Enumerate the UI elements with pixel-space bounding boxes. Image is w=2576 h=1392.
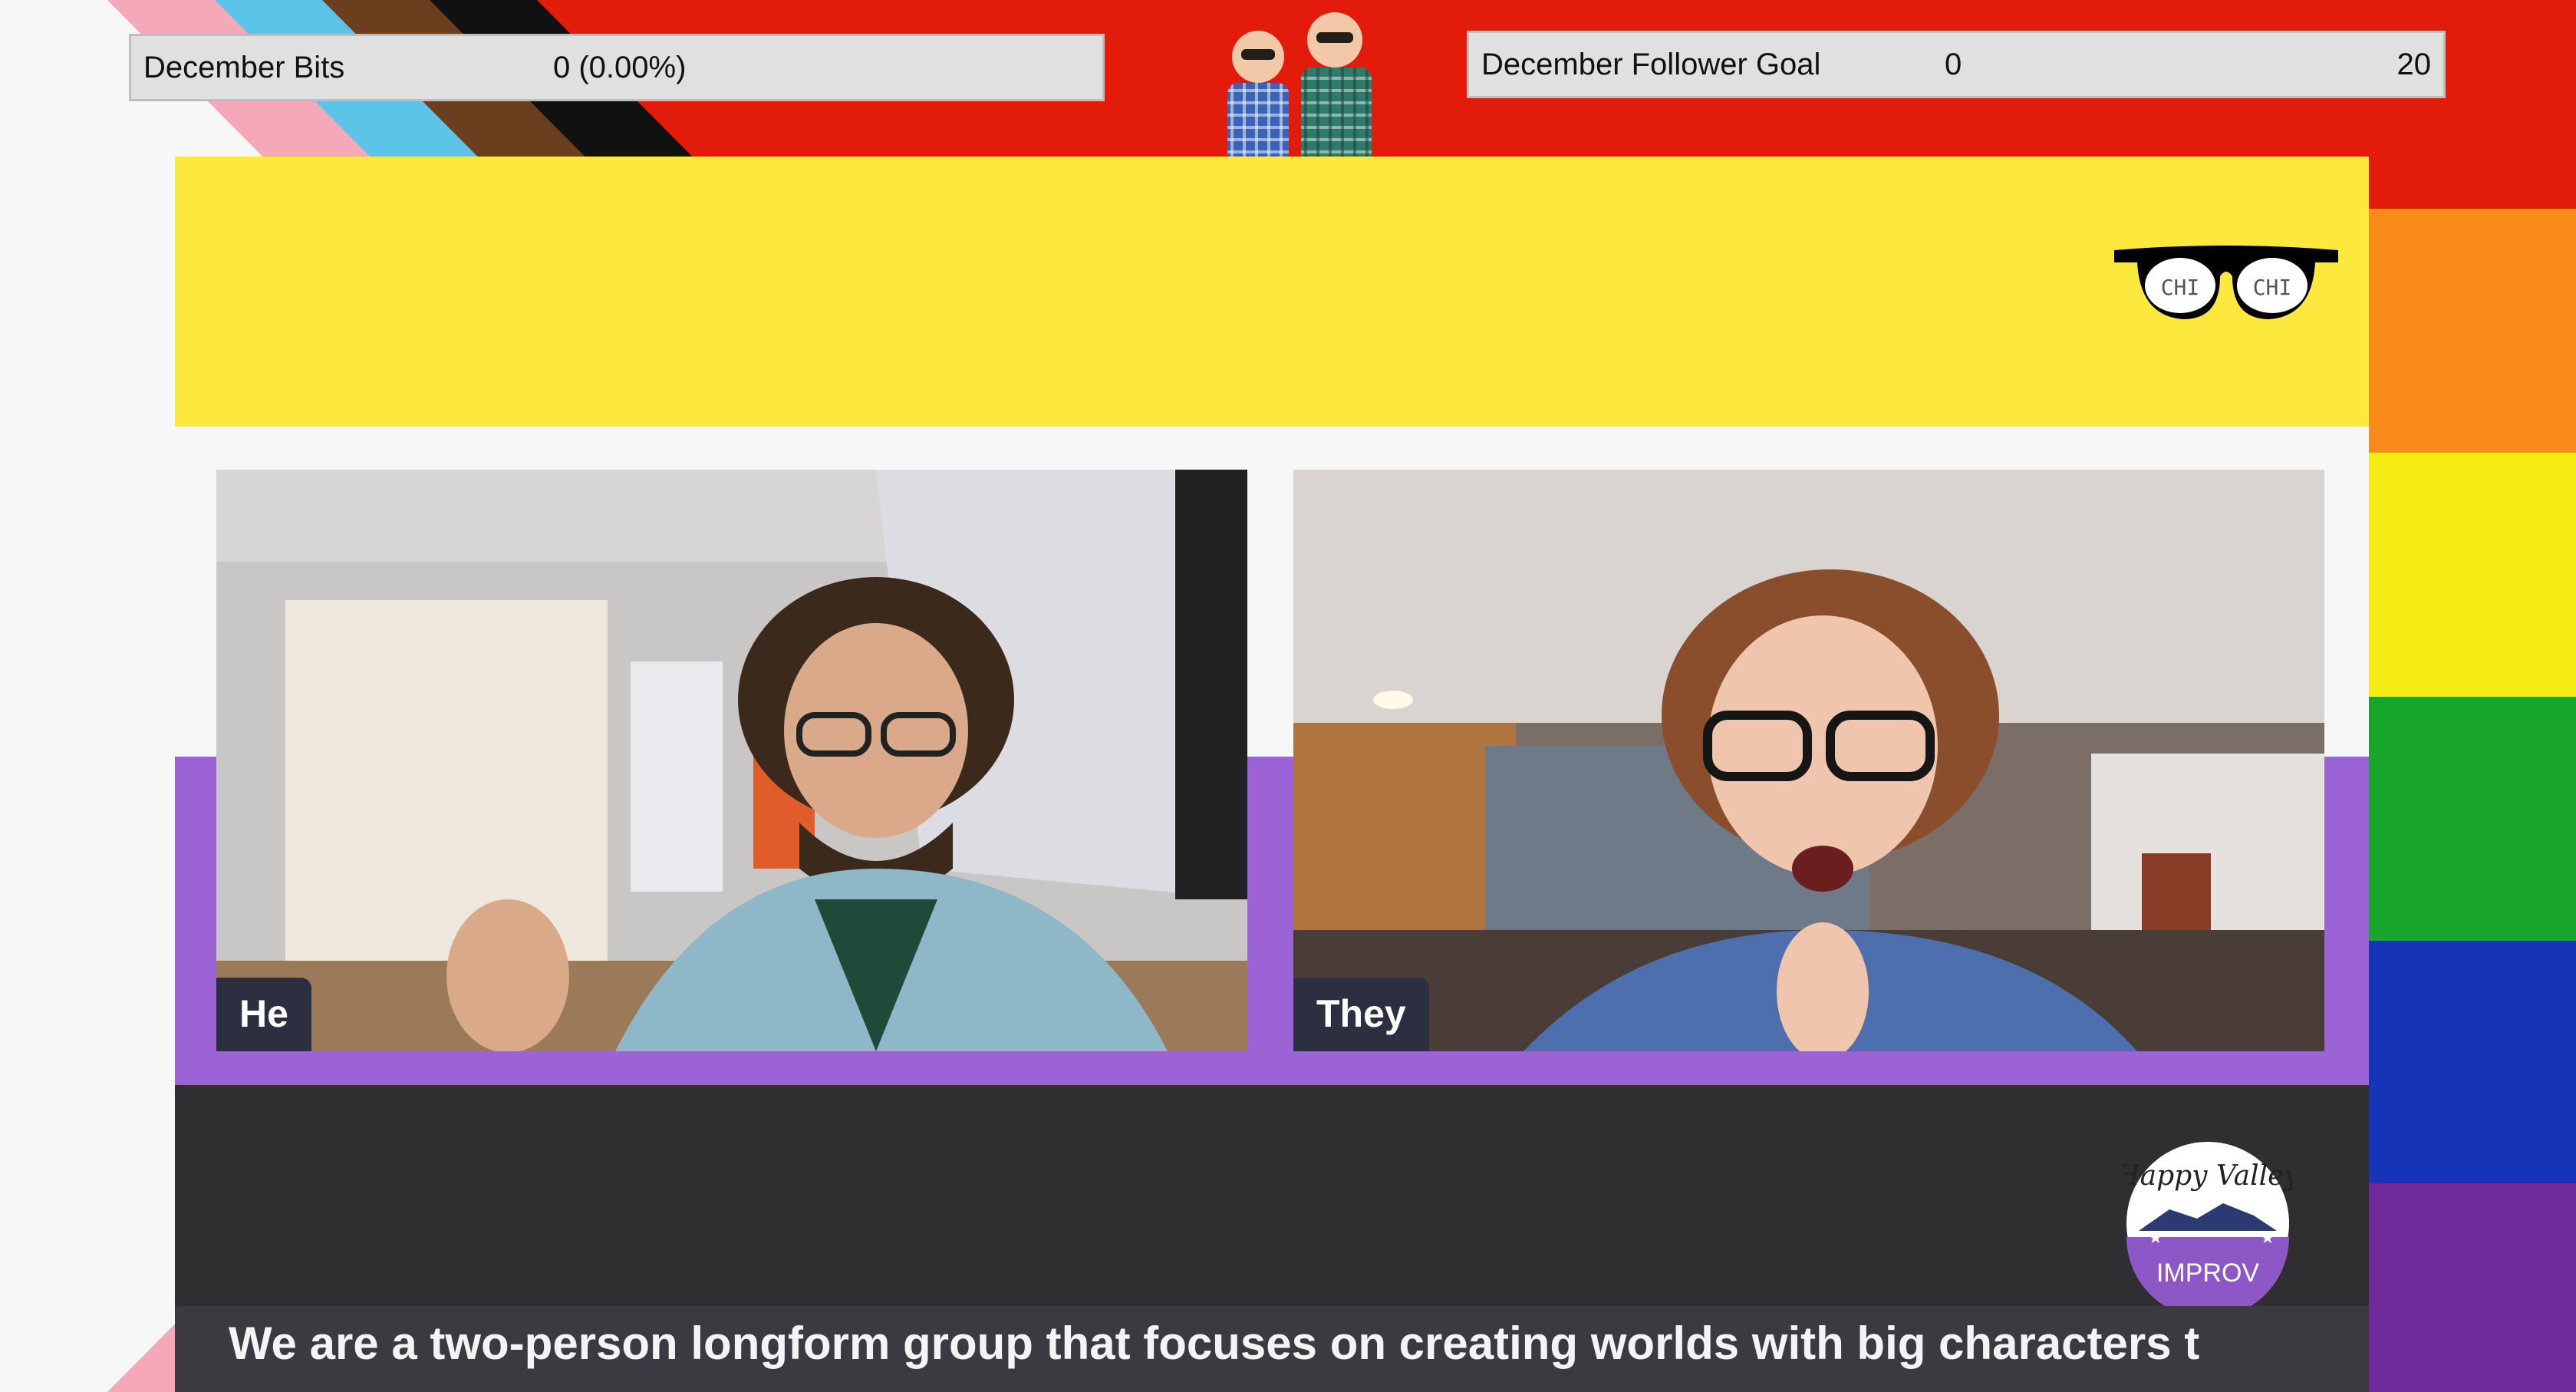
happy-valley-improv-logo: Happy Valley IMPROV ★ ★ [2123, 1142, 2292, 1308]
logo-top-text: Happy Valley [2123, 1160, 2292, 1192]
follower-goal-target: 20 [2396, 47, 2432, 81]
camera-feed-he: He [216, 470, 1247, 1051]
logo-star-left-icon: ★ [2148, 1229, 2163, 1248]
bits-goal-value: 0 (0.00%) [553, 50, 687, 84]
follower-goal-bar: December Follower Goal 0 20 [1467, 31, 2446, 98]
logo-star-right-icon: ★ [2260, 1229, 2275, 1248]
glasses-logo-icon: CHI CHI [2114, 246, 2338, 319]
follower-goal-label: December Follower Goal [1481, 47, 1821, 81]
logo-bottom-text: IMPROV [2156, 1258, 2259, 1288]
bits-goal-bar: December Bits 0 (0.00%) [129, 34, 1105, 101]
camera-scene-he [216, 470, 1247, 1051]
ticker-text: We are a two-person longform group that … [229, 1318, 2200, 1369]
glasses-left-text: CHI [2161, 275, 2200, 300]
follower-goal-current: 0 [1945, 47, 1962, 81]
camera-label-he: He [216, 978, 311, 1051]
header-yellow-band [175, 157, 2369, 427]
camera-feed-they: They [1293, 470, 2324, 1051]
scrolling-ticker: We are a two-person longform group that … [175, 1306, 2369, 1392]
camera-label-they: They [1293, 978, 1429, 1051]
camera-scene-they [1293, 470, 2324, 1051]
glasses-right-text: CHI [2253, 275, 2292, 300]
bits-goal-label: December Bits [143, 50, 345, 84]
